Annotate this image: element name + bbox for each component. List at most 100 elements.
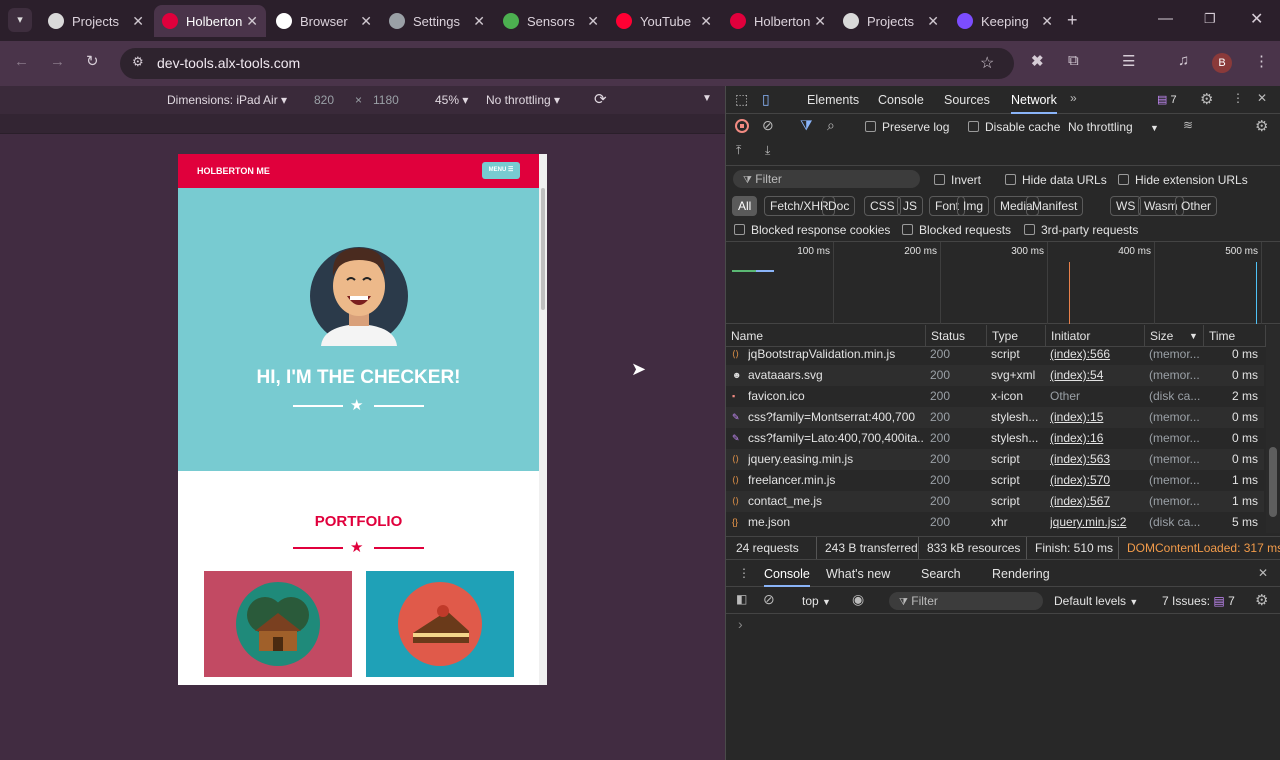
request-row[interactable]: ▪ favicon.ico 200 x-icon Other (disk ca... 2 m… (726, 386, 1264, 407)
site-info-icon[interactable]: ⚙ (132, 54, 144, 70)
request-initiator[interactable]: (index):567 (1050, 491, 1145, 512)
type-filter-other[interactable]: Other (1175, 196, 1218, 216)
address-bar[interactable]: ⚙ dev-tools.alx-tools.com ☆ (120, 48, 1014, 79)
request-row[interactable]: ⟨⟩ contact_me.js 200 script (index):567 (memo… (726, 491, 1264, 512)
request-initiator[interactable]: (index):54 (1050, 365, 1145, 386)
back-icon[interactable]: ← (14, 53, 29, 70)
type-filter-manifest[interactable]: Manifest (1026, 196, 1084, 216)
request-row[interactable]: ✎ css?family=Lato:400,700,400ita... 200 sty… (726, 428, 1264, 449)
portfolio-card-cabin[interactable] (204, 571, 352, 677)
rotate-icon[interactable]: ⟳ (594, 90, 607, 108)
table-scrollbar[interactable] (1266, 325, 1280, 533)
live-expression-icon[interactable]: ◉ (852, 591, 864, 608)
close-tab-icon[interactable]: ✕ (246, 13, 258, 30)
drawer-tab-rendering[interactable]: Rendering (992, 562, 1050, 587)
devtools-tab-network[interactable]: Network (1011, 86, 1057, 114)
close-tab-icon[interactable]: ✕ (473, 13, 485, 30)
request-initiator[interactable]: (index):563 (1050, 449, 1145, 470)
devtools-tab-sources[interactable]: Sources (944, 86, 990, 114)
forward-icon[interactable]: → (50, 53, 65, 70)
device-toggle-icon[interactable]: ▯ (762, 91, 770, 108)
type-filter-img[interactable]: Img (957, 196, 990, 216)
drawer-close-icon[interactable]: ✕ (1258, 566, 1268, 580)
request-initiator[interactable]: (index):570 (1050, 470, 1145, 491)
bookmark-star-icon[interactable]: ☆ (980, 53, 994, 73)
browser-tab[interactable]: YouTube ✕ (608, 5, 720, 37)
site-brand[interactable]: HOLBERTON ME (197, 166, 270, 176)
extension-x-icon[interactable]: ✖ (1031, 52, 1044, 70)
console-filter-input[interactable]: ⧩ Filter (889, 592, 1043, 610)
browser-tab[interactable]: Keeping ✕ (949, 5, 1061, 37)
request-initiator[interactable]: Other (1050, 386, 1145, 407)
close-tab-icon[interactable]: ✕ (587, 13, 599, 30)
browser-tab[interactable]: Holberton ✕ (154, 5, 266, 37)
timeline-overview[interactable]: 100 ms 200 ms 300 ms 400 ms 500 ms (726, 242, 1280, 324)
device-options-icon[interactable]: ▼ (702, 93, 712, 104)
filter-funnel-icon[interactable]: ⧩ (800, 117, 813, 134)
console-clear-icon[interactable]: ⊘ (763, 591, 775, 608)
column-header-name[interactable]: Name (726, 325, 926, 347)
browser-tab[interactable]: Projects ✕ (835, 5, 947, 37)
close-window-button[interactable]: ✕ (1250, 9, 1263, 29)
inspect-element-icon[interactable]: ⬚ (735, 91, 748, 108)
throttling-select[interactable]: No throttling ▾ (486, 93, 560, 107)
console-prompt[interactable]: › (738, 616, 743, 632)
drawer-tab-search[interactable]: Search (921, 562, 961, 587)
devtools-close-icon[interactable]: ✕ (1257, 91, 1267, 105)
record-icon[interactable] (735, 119, 749, 133)
request-initiator[interactable]: (index):15 (1050, 407, 1145, 428)
issues-badge[interactable]: ▤ 7 (1157, 93, 1177, 106)
more-menu-icon[interactable]: ⋮ (1254, 52, 1269, 70)
page-scrollbar-thumb[interactable] (541, 188, 545, 310)
hide-data-urls-checkbox[interactable]: Hide data URLs (1005, 173, 1107, 187)
devtools-tab-console[interactable]: Console (878, 86, 924, 114)
zoom-select[interactable]: 45% ▾ (435, 93, 468, 107)
console-sidebar-icon[interactable]: ◧ (736, 592, 747, 606)
browser-tab[interactable]: Settings ✕ (381, 5, 493, 37)
restore-button[interactable]: ❐ (1204, 11, 1216, 27)
request-row[interactable]: ⟨⟩ jquery.easing.min.js 200 script (index):5… (726, 449, 1264, 470)
search-icon[interactable]: ⌕ (827, 117, 835, 134)
column-header-initiator[interactable]: Initiator (1046, 325, 1145, 347)
drawer-tab-what-s-new[interactable]: What's new (826, 562, 890, 587)
request-initiator[interactable]: jquery.min.js:2 (1050, 512, 1145, 533)
profile-avatar[interactable]: B (1212, 53, 1232, 73)
request-row[interactable]: ☻ avataaars.svg 200 svg+xml (index):54 (memor… (726, 365, 1264, 386)
site-menu-button[interactable]: MENU ☰ (482, 162, 520, 179)
type-filter-all[interactable]: All (732, 196, 758, 216)
browser-tab[interactable]: Sensors ✕ (495, 5, 607, 37)
close-tab-icon[interactable]: ✕ (360, 13, 372, 30)
request-row[interactable]: ⟨⟩ jqBootstrapValidation.min.js 200 script (… (726, 347, 1264, 365)
console-settings-icon[interactable]: ⚙ (1255, 591, 1268, 609)
close-tab-icon[interactable]: ✕ (132, 13, 144, 30)
type-filter-js[interactable]: JS (897, 196, 924, 216)
log-levels-select[interactable]: Default levels ▼ (1054, 594, 1138, 608)
browser-tab[interactable]: Holberton ✕ (722, 5, 834, 37)
drawer-tab-console[interactable]: Console (764, 562, 810, 587)
type-filter-ws[interactable]: WS (1110, 196, 1142, 216)
clear-icon[interactable]: ⊘ (762, 117, 774, 134)
devtools-menu-icon[interactable]: ⋮ (1232, 91, 1244, 105)
export-har-icon[interactable]: ⤓ (765, 143, 770, 158)
reload-icon[interactable]: ↻ (86, 52, 99, 70)
disable-cache-checkbox[interactable]: Disable cache (968, 120, 1060, 134)
column-header-type[interactable]: Type (987, 325, 1046, 347)
minimize-button[interactable]: — (1158, 10, 1173, 27)
preserve-log-checkbox[interactable]: Preserve log (865, 120, 949, 134)
close-tab-icon[interactable]: ✕ (927, 13, 939, 30)
extensions-puzzle-icon[interactable]: ⧉ (1068, 52, 1079, 69)
close-tab-icon[interactable]: ✕ (814, 13, 826, 30)
blocked-requests-checkbox[interactable]: Blocked requests (902, 223, 1011, 237)
tab-search-button[interactable]: ▾ (8, 8, 32, 32)
column-header-time[interactable]: Time (1204, 325, 1266, 347)
table-scrollbar-thumb[interactable] (1269, 447, 1277, 517)
request-row[interactable]: {} me.json 200 xhr jquery.min.js:2 (disk ca..… (726, 512, 1264, 533)
hide-extension-urls-checkbox[interactable]: Hide extension URLs (1118, 173, 1248, 187)
media-control-icon[interactable]: ♫ (1178, 52, 1189, 69)
browser-tab[interactable]: Projects ✕ (40, 5, 152, 37)
network-throttling-select[interactable]: No throttling ▼ (1068, 120, 1159, 134)
close-tab-icon[interactable]: ✕ (1041, 13, 1053, 30)
more-tabs-icon[interactable]: » (1070, 91, 1077, 105)
height-input[interactable]: 1180 (373, 93, 399, 107)
network-conditions-icon[interactable]: ≋ (1183, 118, 1193, 132)
